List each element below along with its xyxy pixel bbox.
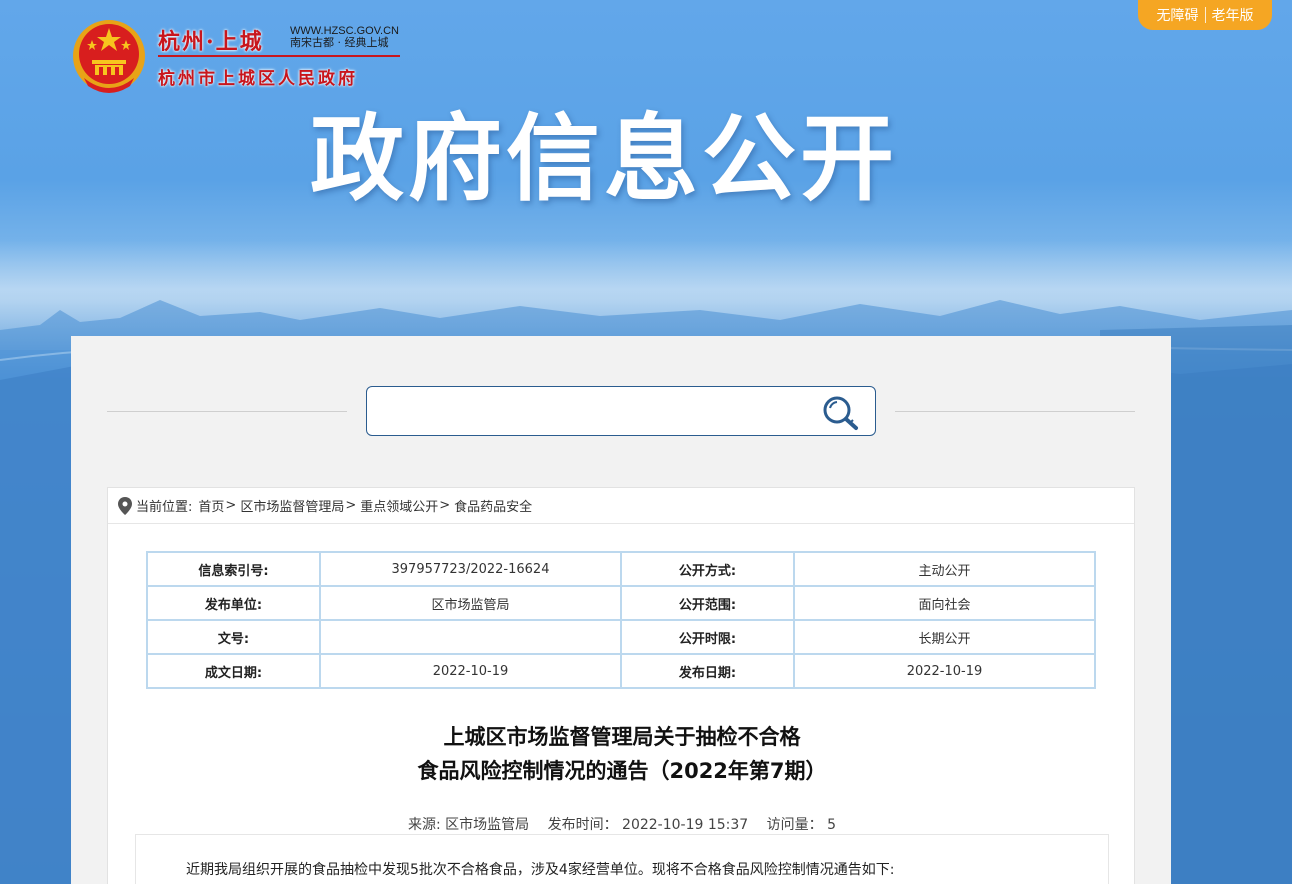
search-box (366, 386, 876, 436)
publish-time-value: 2022-10-19 15:37 (622, 817, 749, 833)
article-views: 访问量： 5 (767, 817, 836, 833)
breadcrumb: 当前位置: 首页 > 区市场监督管理局 > 重点领域公开 > 食品药品安全 (108, 488, 1134, 524)
views-label: 访问量： (766, 817, 823, 833)
article-meta: 来源: 区市场监管局 发布时间： 2022-10-19 15:37 访问量： 5 (108, 814, 1136, 834)
info-metadata-table: 信息索引号: 397957723/2022-16624 公开方式: 主动公开 发… (146, 551, 1096, 689)
disclosure-method-value: 主动公开 (793, 551, 1096, 587)
table-row: 文号: 公开时限: 长期公开 (146, 619, 1096, 655)
publisher-value: 区市场监管局 (319, 585, 622, 621)
brand-subtitle[interactable]: 杭州市上城区人民政府 (158, 64, 358, 89)
brand-divider (158, 55, 400, 57)
disclosure-scope-label: 公开范围: (620, 585, 795, 621)
written-date-value: 2022-10-19 (319, 653, 622, 689)
breadcrumb-separator: > (439, 498, 451, 513)
table-row: 发布单位: 区市场监管局 公开范围: 面向社会 (146, 585, 1096, 621)
main-panel: 当前位置: 首页 > 区市场监督管理局 > 重点领域公开 > 食品药品安全 信息索引号… (71, 336, 1171, 884)
article-title-line1: 上城区市场监督管理局关于抽检不合格 (443, 725, 801, 749)
publisher-label: 发布单位: (146, 585, 321, 621)
banner-title: 政府信息公开 (310, 105, 899, 214)
article-title: 上城区市场监督管理局关于抽检不合格 食品风险控制情况的通告（2022年第7期） (108, 720, 1136, 788)
search-icon[interactable] (819, 393, 863, 431)
brand-slogan: 南宋古都 · 经典上城 (290, 36, 389, 49)
search-divider-right (895, 411, 1135, 412)
accessibility-toolbar: 无障碍 老年版 (1138, 0, 1272, 30)
breadcrumb-home[interactable]: 首页 (198, 496, 224, 515)
disclosure-method-label: 公开方式: (620, 551, 795, 587)
publish-time-label: 发布时间： (547, 817, 618, 833)
document-number-value (319, 619, 622, 655)
written-date-label: 成文日期: (146, 653, 321, 689)
article-paragraph: 近期我局组织开展的食品抽检中发现5批次不合格食品，涉及4家经营单位。现将不合格食… (186, 862, 895, 878)
index-number-label: 信息索引号: (146, 551, 321, 587)
document-number-label: 文号: (146, 619, 321, 655)
breadcrumb-bureau[interactable]: 区市场监督管理局 (240, 496, 344, 515)
article-title-line2: 食品风险控制情况的通告（2022年第7期） (417, 759, 827, 783)
location-pin-icon (118, 496, 132, 515)
elder-mode-button[interactable]: 老年版 (1206, 5, 1260, 25)
disclosure-period-label: 公开时限: (620, 619, 795, 655)
search-divider-left (107, 411, 347, 412)
disclosure-scope-value: 面向社会 (793, 585, 1096, 621)
views-value: 5 (827, 817, 837, 833)
accessibility-button[interactable]: 无障碍 (1151, 5, 1205, 25)
table-row: 信息索引号: 397957723/2022-16624 公开方式: 主动公开 (146, 551, 1096, 587)
breadcrumb-separator: > (345, 498, 357, 513)
source-label: 来源: (407, 817, 441, 833)
national-emblem-icon (73, 20, 145, 93)
article-publish-time: 发布时间： 2022-10-19 15:37 (548, 817, 749, 833)
article-source: 来源: 区市场监管局 (408, 817, 529, 833)
breadcrumb-food-drug-safety[interactable]: 食品药品安全 (454, 496, 532, 515)
breadcrumb-key-areas[interactable]: 重点领域公开 (360, 496, 438, 515)
brand-title[interactable]: 杭州·上城 (158, 24, 264, 56)
index-number-value: 397957723/2022-16624 (319, 551, 622, 587)
source-value: 区市场监管局 (445, 817, 530, 833)
breadcrumb-prefix: 当前位置: (136, 500, 193, 515)
table-row: 成文日期: 2022-10-19 发布日期: 2022-10-19 (146, 653, 1096, 689)
article-body: 近期我局组织开展的食品抽检中发现5批次不合格食品，涉及4家经营单位。现将不合格食… (135, 834, 1109, 884)
disclosure-period-value: 长期公开 (793, 619, 1096, 655)
content-card: 当前位置: 首页 > 区市场监督管理局 > 重点领域公开 > 食品药品安全 信息索引号… (107, 487, 1135, 884)
publish-date-value: 2022-10-19 (793, 653, 1096, 689)
search-input[interactable] (379, 397, 799, 425)
publish-date-label: 发布日期: (620, 653, 795, 689)
breadcrumb-separator: > (225, 498, 237, 513)
